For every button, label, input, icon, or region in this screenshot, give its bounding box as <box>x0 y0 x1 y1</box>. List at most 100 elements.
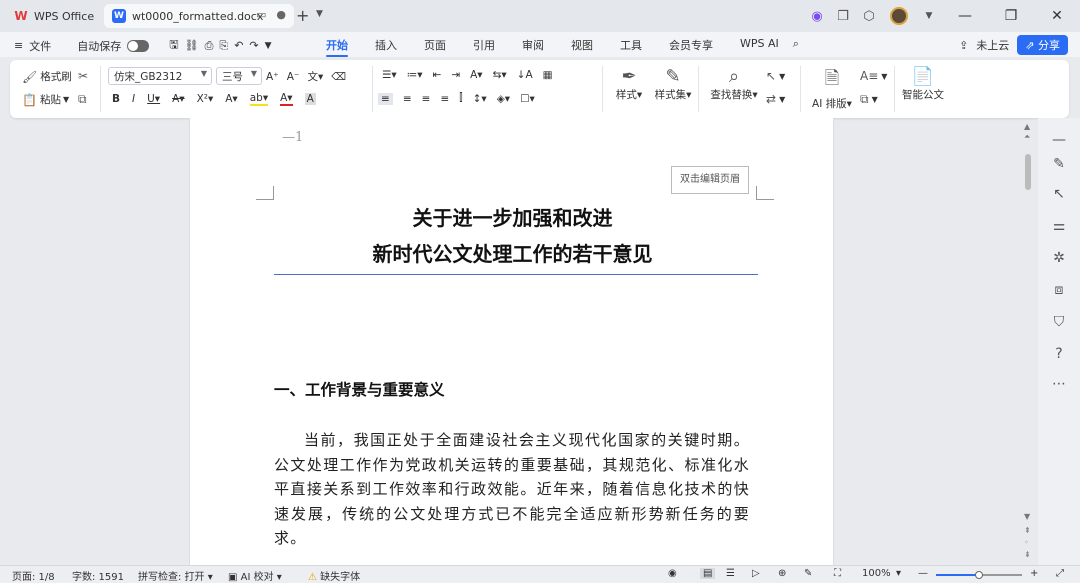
hamburger-icon[interactable]: ≡ <box>14 39 23 52</box>
avatar[interactable] <box>890 7 908 25</box>
grow-font-icon[interactable]: A⁺ <box>266 71 279 83</box>
edit-pen-icon[interactable]: ✎ <box>1050 156 1068 172</box>
play-icon[interactable]: ▷ <box>752 568 760 579</box>
highlight-icon[interactable]: ab▾ <box>249 92 269 106</box>
tab-tools[interactable]: 工具 <box>620 37 642 53</box>
tab-home[interactable]: 开始 <box>326 37 348 57</box>
redo-icon[interactable]: ↷ <box>249 39 258 52</box>
scroll-top-icon[interactable]: ⏶ <box>1024 132 1030 142</box>
paste-button[interactable]: 📋 粘贴 ▼ <box>22 92 69 107</box>
print-preview-icon[interactable]: ⎘ <box>219 39 228 53</box>
justify-icon[interactable]: ≡ <box>440 93 449 105</box>
color-wheel-icon[interactable]: ◉ <box>804 9 830 24</box>
zoom-menu-icon[interactable]: ▾ <box>896 568 901 579</box>
zoom-out-icon[interactable]: — <box>918 568 928 579</box>
new-tab-icon[interactable]: + <box>296 6 309 25</box>
align-center-icon[interactable]: ≡ <box>403 93 412 105</box>
shapes-icon[interactable]: ⧉ ▼ <box>860 92 878 107</box>
next-page-icon[interactable]: ⇟ <box>1024 550 1031 559</box>
format-painter-button[interactable]: 🖌 格式刷 <box>22 69 72 84</box>
web-view-icon[interactable]: ⊕ <box>778 568 786 579</box>
find-replace-button[interactable]: ⌕ 查找替换▾ <box>708 66 760 102</box>
styles-button[interactable]: ✒ 样式▾ <box>612 66 646 102</box>
align-left-icon[interactable]: ≡ <box>378 92 393 105</box>
minimize-button[interactable]: — <box>942 8 988 24</box>
tab-wps-office[interactable]: W WPS Office <box>6 4 98 28</box>
shading-icon[interactable]: ◈▾ <box>497 93 510 105</box>
tab-member[interactable]: 会员专享 <box>669 37 713 53</box>
tab-wps-ai[interactable]: WPS AI <box>740 37 779 53</box>
page-dot-icon[interactable]: ◦ <box>1024 538 1029 547</box>
text-direction-icon[interactable]: A▾ <box>470 69 482 81</box>
missing-font-warning[interactable]: ⚠ 缺失字体 <box>308 568 360 583</box>
tab-review[interactable]: 审阅 <box>522 37 544 53</box>
tab-insert[interactable]: 插入 <box>375 37 397 53</box>
document-page[interactable]: —1 双击编辑页眉 关于进一步加强和改进 新时代公文处理工作的若干意见 一、工作… <box>189 118 834 565</box>
line-break-icon[interactable]: ⇆▾ <box>493 69 507 81</box>
fit-page-icon[interactable]: ⛶ <box>834 568 841 579</box>
select-cursor-icon[interactable]: ↖ <box>1050 186 1068 202</box>
fullscreen-icon[interactable]: ⤢ <box>1056 568 1064 579</box>
text-effect-icon[interactable]: A▾ <box>225 93 237 105</box>
superscript-icon[interactable]: X²▾ <box>197 93 214 105</box>
magic-tools-icon[interactable]: ✲ <box>1050 250 1068 266</box>
sort-icon[interactable]: ↓A <box>517 69 533 81</box>
page-view-icon[interactable]: ▤ <box>700 568 716 579</box>
collapse-panel-icon[interactable]: — <box>1050 132 1068 148</box>
copy-icon[interactable]: ⧉ <box>78 92 90 107</box>
font-color-icon[interactable]: A▾ <box>280 92 293 106</box>
borders-icon[interactable]: ☐▾ <box>520 93 535 105</box>
menu-chevron-icon[interactable]: ▼ <box>916 11 942 21</box>
monitor-icon[interactable]: ▭ <box>256 8 266 21</box>
close-button[interactable]: ✕ <box>1034 8 1080 24</box>
convert-icon[interactable]: ⇄ ▼ <box>766 92 785 106</box>
spellcheck-status[interactable]: 拼写检查: 打开 ▾ <box>138 568 213 583</box>
distribute-icon[interactable]: ⫿ <box>459 92 462 105</box>
more-chevron-icon[interactable]: ▼ <box>265 41 272 51</box>
shrink-font-icon[interactable]: A⁻ <box>287 71 300 83</box>
more-icon[interactable]: ⋯ <box>1050 376 1068 392</box>
cut-icon[interactable]: ✂ <box>78 69 91 83</box>
increase-indent-icon[interactable]: ⇥ <box>451 69 460 81</box>
link-icon[interactable]: ⛓ <box>185 39 199 52</box>
phonetic-icon[interactable]: 文▾ <box>307 69 323 84</box>
help-icon[interactable]: ? <box>1050 346 1068 362</box>
zoom-slider[interactable] <box>936 571 1022 579</box>
style-set-button[interactable]: ✎ 样式集▾ <box>650 66 696 102</box>
zoom-in-icon[interactable]: + <box>1030 568 1038 579</box>
scroll-up-icon[interactable]: ▲ <box>1024 122 1030 131</box>
print-icon[interactable]: ⎙ <box>205 39 214 53</box>
cloud-status[interactable]: 未上云 <box>976 37 1009 53</box>
select-pointer-icon[interactable]: ↖ ▼ <box>766 69 785 83</box>
line-spacing-icon[interactable]: ↕▾ <box>473 93 487 105</box>
numbering-icon[interactable]: ≔▾ <box>407 69 423 81</box>
tab-document[interactable]: W wt0000_formatted.docx ▭ ● <box>104 4 294 28</box>
table-grid-icon[interactable]: ▦ <box>543 69 553 81</box>
vertical-scrollbar[interactable]: ▲ ⏶ ▼ ⇞ ◦ ⇟ <box>1022 118 1034 565</box>
outline-view-icon[interactable]: ☰ <box>726 568 735 579</box>
tab-references[interactable]: 引用 <box>473 37 495 53</box>
bullets-icon[interactable]: ☰▾ <box>382 69 397 81</box>
file-menu[interactable]: 文件 <box>29 38 51 54</box>
search-icon[interactable]: ⌕ <box>793 37 799 53</box>
header-edit-hint[interactable]: 双击编辑页眉 <box>671 166 749 194</box>
autosave-toggle[interactable] <box>127 39 150 52</box>
text-align-icon[interactable]: A≡ ▼ <box>860 69 887 83</box>
annotate-icon[interactable]: ✎ <box>804 568 812 579</box>
clear-format-icon[interactable]: ⌫ <box>331 71 346 83</box>
align-right-icon[interactable]: ≡ <box>422 93 431 105</box>
scroll-down-icon[interactable]: ▼ <box>1024 512 1030 521</box>
restore-button[interactable]: ❐ <box>988 8 1034 24</box>
bold-icon[interactable]: B <box>112 93 120 105</box>
unsaved-dot-icon[interactable]: ● <box>276 8 286 21</box>
scroll-thumb[interactable] <box>1025 154 1031 190</box>
window-copy-icon[interactable]: ❐ <box>830 9 856 24</box>
ai-layout-button[interactable]: 🗎 AI 排版▾ <box>808 66 856 111</box>
font-name-select[interactable]: 仿宋_GB2312 ▼ <box>108 67 212 85</box>
decrease-indent-icon[interactable]: ⇤ <box>432 69 441 81</box>
italic-icon[interactable]: I <box>132 93 135 105</box>
eye-icon[interactable]: ◉ <box>668 568 677 579</box>
cube-icon[interactable]: ⬡ <box>856 9 882 24</box>
image-edit-icon[interactable]: ⧈ <box>1050 282 1068 298</box>
tab-page[interactable]: 页面 <box>424 37 446 53</box>
